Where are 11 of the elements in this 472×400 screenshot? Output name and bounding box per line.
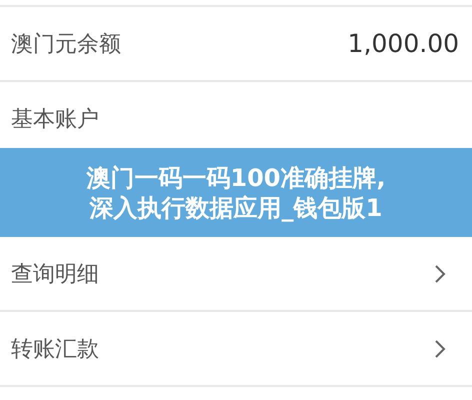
- chevron-right-icon: [434, 338, 446, 358]
- row-label: 澳门元余额: [11, 30, 121, 58]
- row-label: 查询明细: [11, 260, 99, 288]
- row-label: 转账汇款: [11, 336, 99, 364]
- menu-row[interactable]: 查询明细: [0, 237, 472, 312]
- balance-amount: 1,000.00: [348, 29, 459, 58]
- banner-title: 澳门一码一码100准确挂牌,: [86, 162, 386, 192]
- chevron-right-icon: [434, 264, 446, 284]
- menu-row[interactable]: 转账汇款: [0, 312, 472, 387]
- row-label: 基本账户: [11, 106, 99, 134]
- banner-title: 深入执行数据应用_钱包版1: [90, 192, 382, 222]
